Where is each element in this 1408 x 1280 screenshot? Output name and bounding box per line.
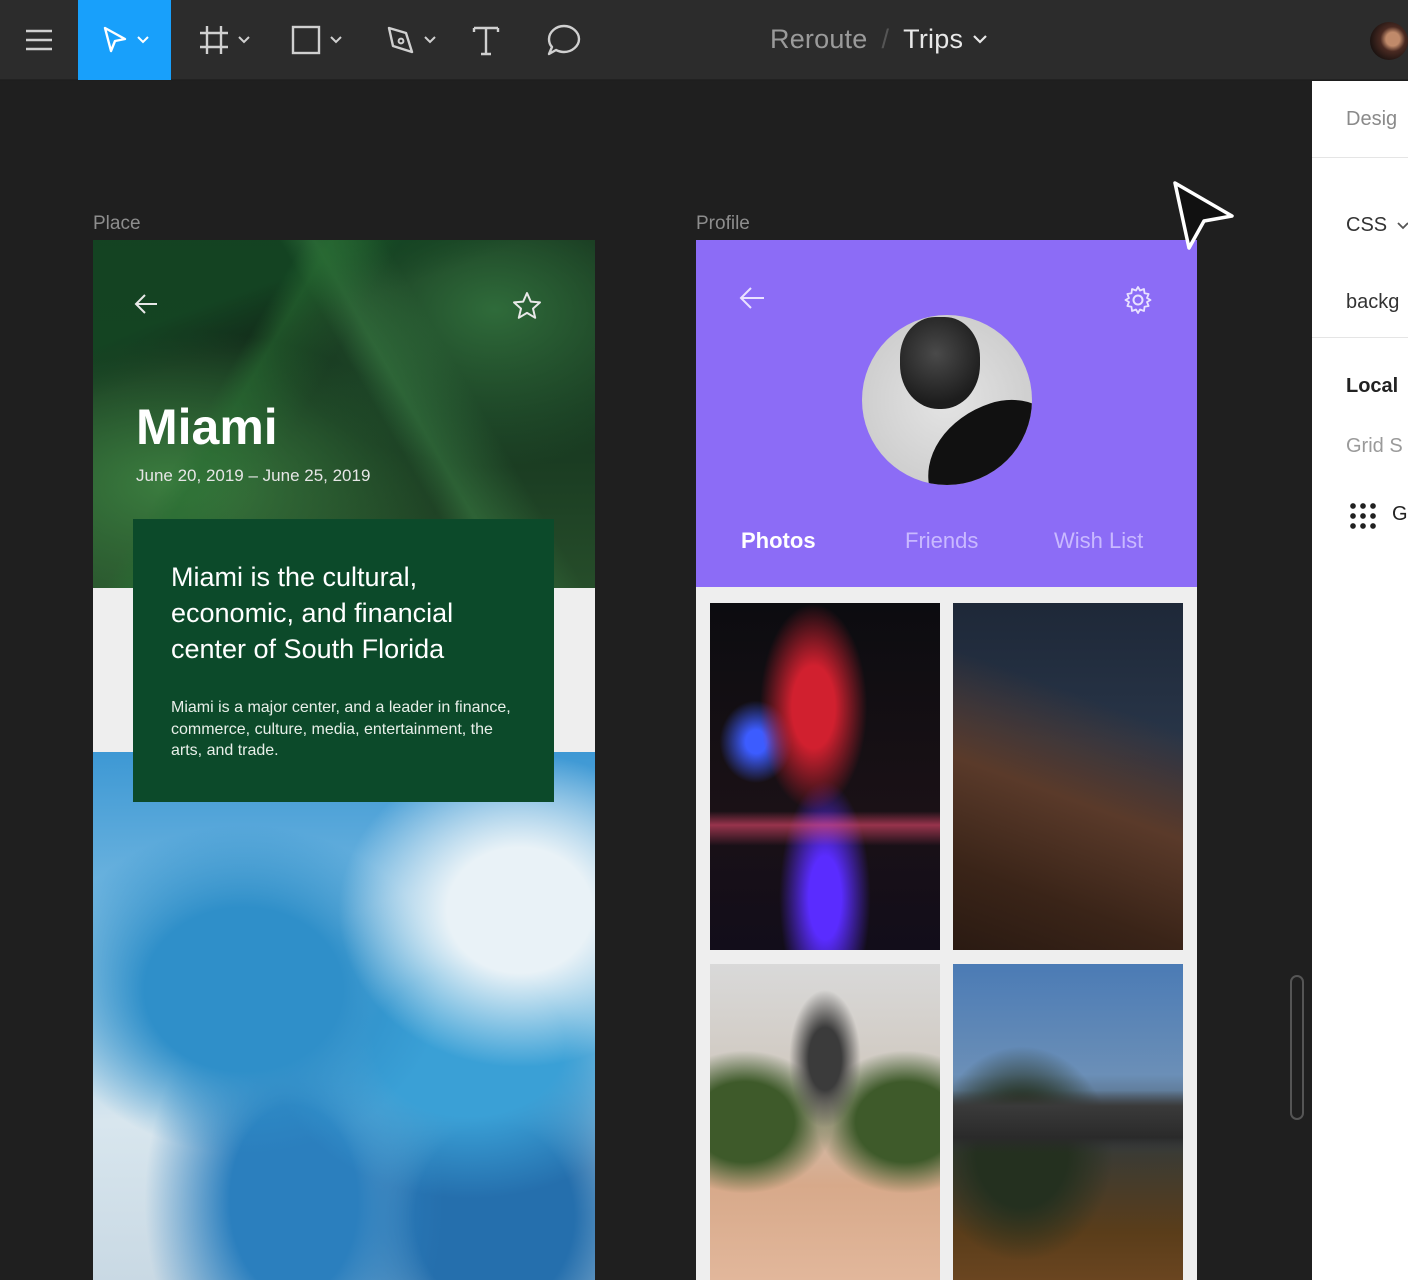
photo-cliff-night[interactable]: [953, 603, 1183, 950]
text-icon: [472, 26, 500, 56]
move-tool-button[interactable]: [78, 0, 171, 80]
chevron-down-icon: [136, 36, 149, 44]
file-name[interactable]: Trips: [903, 24, 963, 55]
breadcrumb-separator: /: [881, 24, 890, 54]
pen-icon: [387, 26, 414, 54]
trip-dates: June 20, 2019 – June 25, 2019: [136, 466, 371, 485]
profile-header: Photos Friends Wish List: [696, 240, 1197, 587]
info-card: Miami is the cultural, economic, and fin…: [133, 519, 554, 802]
tab-photos[interactable]: Photos: [741, 528, 816, 554]
chevron-down-icon: [238, 36, 250, 44]
code-language-label: CSS: [1346, 214, 1388, 236]
toolbar: Reroute / Trips: [0, 0, 1408, 80]
mouse-cursor-icon: [1173, 181, 1234, 250]
profile-avatar[interactable]: [862, 315, 1032, 485]
css-property: backg: [1346, 291, 1400, 313]
user-avatar[interactable]: [1370, 22, 1408, 60]
chevron-down-icon: [330, 36, 342, 44]
profile-tabs: Photos Friends Wish List: [696, 528, 1197, 564]
back-arrow-icon[interactable]: [133, 292, 159, 316]
pointer-icon: [103, 26, 126, 53]
grid-styles-heading: Grid S: [1346, 435, 1403, 457]
info-description: Miami is a major center, and a leader in…: [171, 699, 511, 759]
project-name[interactable]: Reroute: [770, 24, 867, 55]
frame-label-place[interactable]: Place: [93, 213, 141, 235]
shape-tool-button[interactable]: [282, 0, 350, 80]
comment-tool-button[interactable]: [542, 0, 586, 80]
tab-design[interactable]: Desig: [1346, 108, 1397, 131]
frame-tool-button[interactable]: [190, 0, 258, 80]
panel-divider: [1312, 337, 1408, 338]
photo-castle[interactable]: [710, 964, 940, 1280]
panel-divider: [1312, 157, 1408, 158]
tab-friends[interactable]: Friends: [905, 528, 978, 554]
rectangle-icon: [291, 25, 321, 55]
profile-frame[interactable]: Photos Friends Wish List: [696, 240, 1197, 1280]
canvas-scrollbar[interactable]: [1290, 975, 1304, 1120]
photo-city-skyline[interactable]: [953, 964, 1183, 1280]
frame-label-profile[interactable]: Profile: [696, 213, 750, 235]
code-language-select[interactable]: CSS: [1346, 214, 1408, 237]
chevron-down-icon[interactable]: [973, 35, 987, 44]
info-headline: Miami is the cultural, economic, and fin…: [171, 562, 454, 664]
text-tool-button[interactable]: [466, 0, 506, 80]
star-icon[interactable]: [511, 290, 543, 322]
gear-icon[interactable]: [1122, 284, 1154, 316]
chevron-down-icon: [1397, 221, 1408, 229]
beach-umbrellas-image: [93, 752, 595, 1280]
photo-neon-signs[interactable]: [710, 603, 940, 950]
comment-icon: [547, 24, 581, 56]
local-styles-heading: Local: [1346, 375, 1399, 397]
city-title: Miami: [136, 399, 278, 455]
place-frame[interactable]: Miami June 20, 2019 – June 25, 2019 Miam…: [93, 240, 595, 1280]
frame-icon: [200, 26, 228, 54]
avatar-head: [900, 317, 980, 409]
back-arrow-icon[interactable]: [738, 285, 766, 311]
properties-panel: Desig CSS backg Local Grid S G: [1312, 81, 1408, 1280]
grid-style-name[interactable]: G: [1392, 503, 1408, 526]
pen-tool-button[interactable]: [376, 0, 444, 80]
main-menu-button[interactable]: [14, 0, 64, 80]
grid-style-icon: [1348, 501, 1378, 531]
file-breadcrumb: Reroute / Trips: [770, 24, 987, 55]
chevron-down-icon: [424, 36, 436, 44]
hamburger-menu-icon: [26, 29, 52, 51]
tab-wish-list[interactable]: Wish List: [1054, 528, 1143, 554]
